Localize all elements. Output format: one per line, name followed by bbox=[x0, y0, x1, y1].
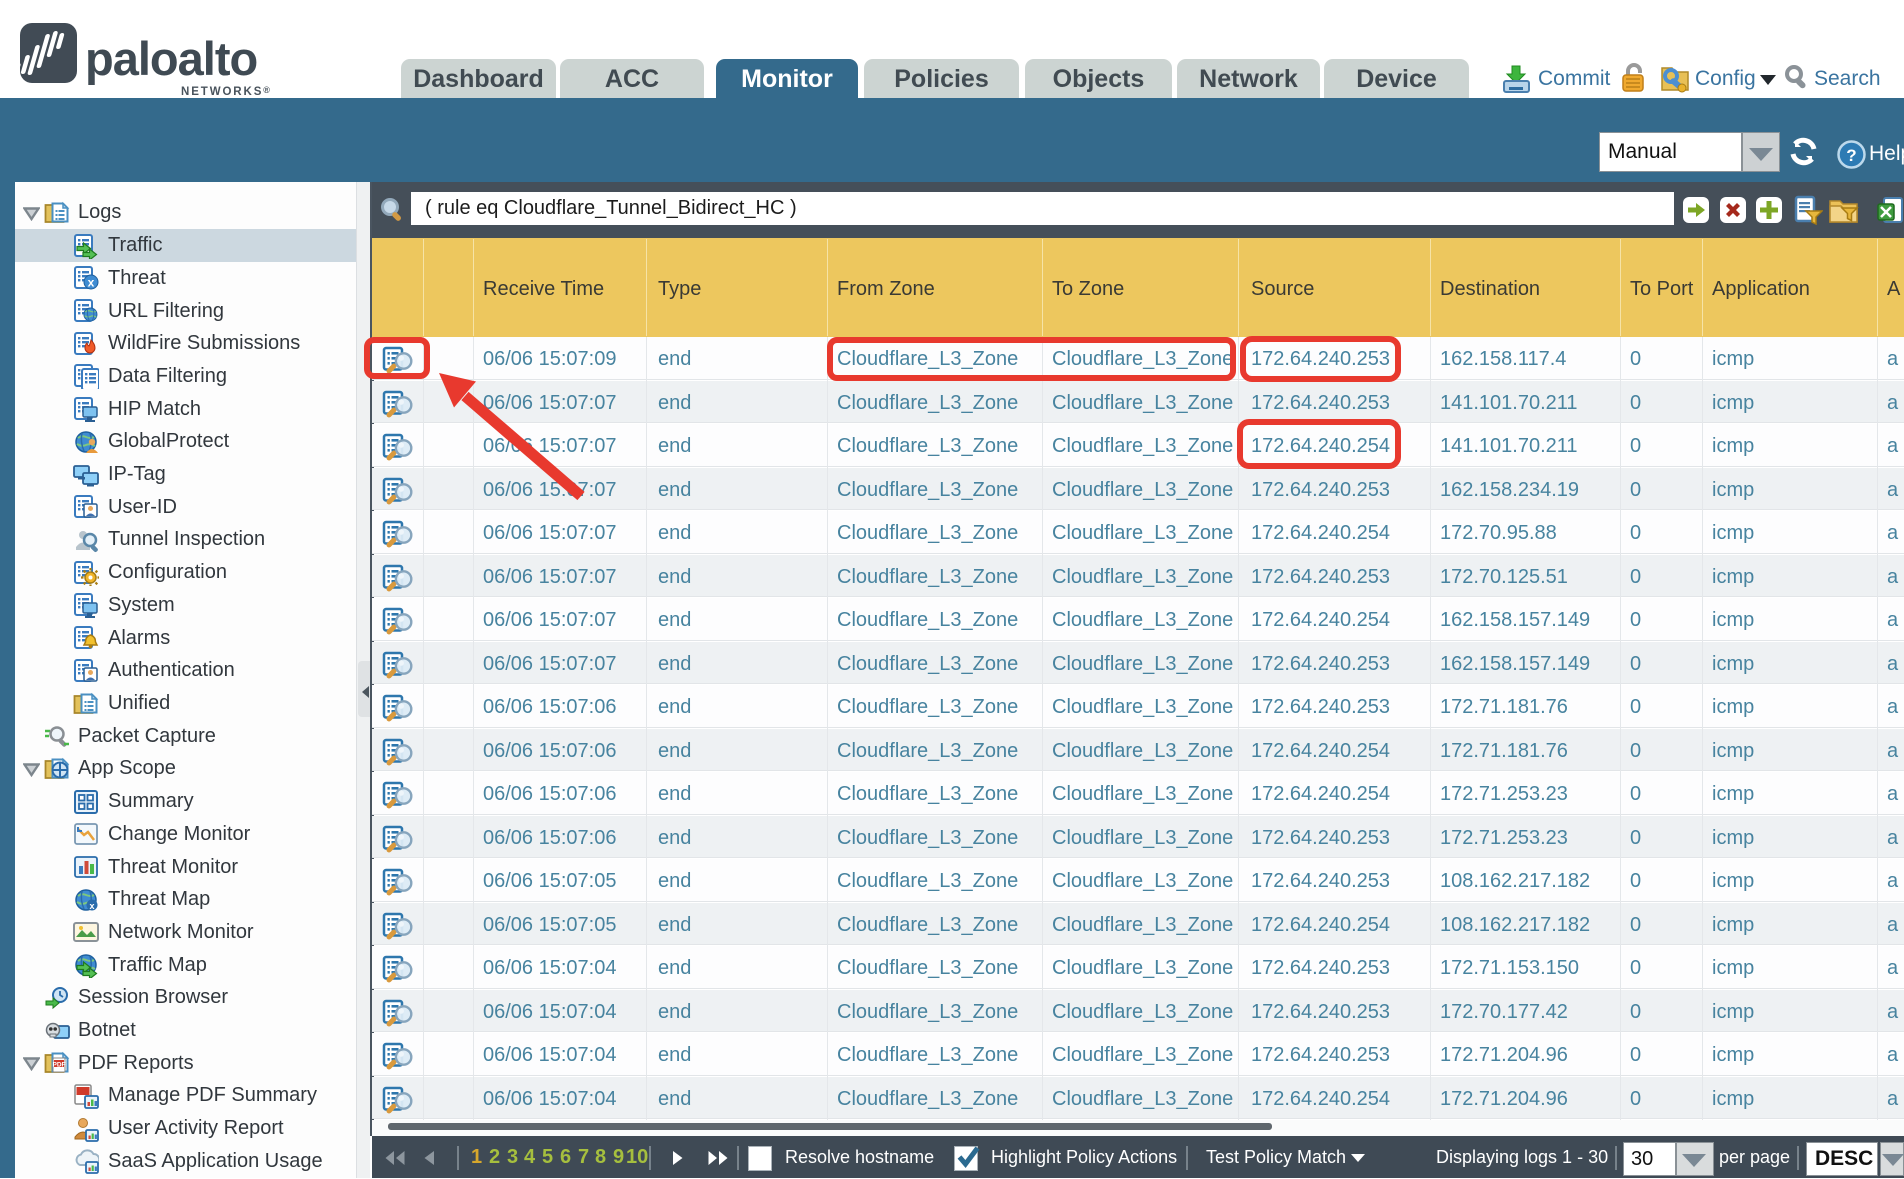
svg-text:x: x bbox=[88, 276, 95, 290]
svg-text:PDF: PDF bbox=[53, 1062, 66, 1069]
svg-text:x: x bbox=[89, 901, 94, 911]
svg-text:?: ? bbox=[1846, 146, 1856, 165]
